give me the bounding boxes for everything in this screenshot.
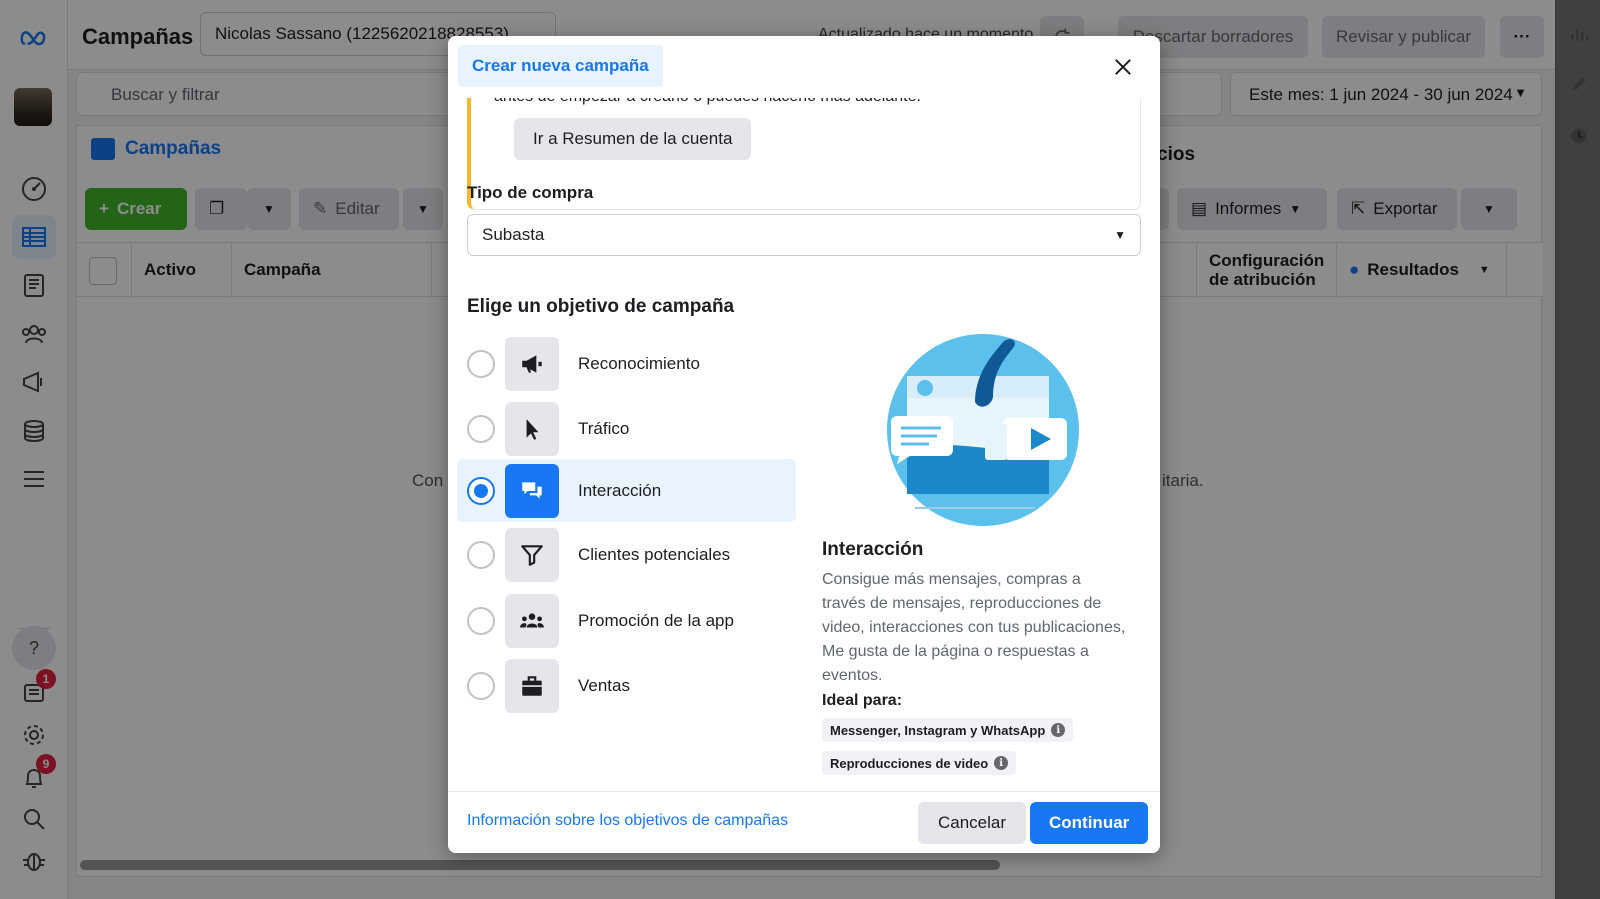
engagement-illustration <box>887 334 1079 526</box>
people-icon <box>505 593 559 648</box>
objective-label: Clientes potenciales <box>578 544 731 564</box>
tab-create-campaign[interactable]: Crear nueva campaña <box>458 45 663 87</box>
objective-label: Interacción <box>578 480 662 500</box>
objective-app-promotion[interactable]: Promoción de la app <box>457 589 796 652</box>
chip-label: Reproducciones de video <box>830 755 989 771</box>
objective-label: Reconocimiento <box>578 353 700 373</box>
cancel-button[interactable]: Cancelar <box>918 802 1027 844</box>
radio-app-promotion[interactable] <box>467 606 495 635</box>
info-icon[interactable]: i <box>994 756 1009 770</box>
objectives-info-link[interactable]: Información sobre los objetivos de campa… <box>467 812 788 830</box>
megaphone-icon <box>505 336 559 391</box>
cursor-icon <box>505 401 559 456</box>
caret-down-icon: ▼ <box>1114 228 1126 242</box>
ideal-for-label: Ideal para: <box>822 692 903 709</box>
modal-footer: Información sobre los objetivos de campa… <box>448 791 1160 853</box>
radio-engagement[interactable] <box>467 476 495 505</box>
objective-traffic[interactable]: Tráfico <box>457 397 796 460</box>
info-icon[interactable]: i <box>1051 723 1066 737</box>
objective-sales[interactable]: Ventas <box>457 654 796 717</box>
funnel-icon <box>505 527 559 582</box>
buying-type-value: Subasta <box>482 225 545 244</box>
buying-type-select[interactable]: Subasta ▼ <box>467 214 1141 256</box>
modal-header: Crear nueva campaña <box>448 36 1160 98</box>
objective-section-title: Elige un objetivo de campaña <box>467 296 735 317</box>
briefcase-icon <box>505 658 559 713</box>
objective-label: Tráfico <box>578 418 630 438</box>
close-icon[interactable] <box>1108 52 1138 82</box>
chat-bubbles-icon <box>505 463 559 518</box>
objective-leads[interactable]: Clientes potenciales <box>457 523 796 586</box>
chip-label: Messenger, Instagram y WhatsApp <box>830 722 1046 738</box>
ideal-chip-messaging: Messenger, Instagram y WhatsApp i <box>822 718 1074 742</box>
radio-traffic[interactable] <box>467 414 495 443</box>
radio-leads[interactable] <box>467 540 495 569</box>
go-to-account-summary-button[interactable]: Ir a Resumen de la cuenta <box>514 118 752 160</box>
radio-sales[interactable] <box>467 671 495 700</box>
ideal-chip-video-views: Reproducciones de video i <box>822 751 1017 775</box>
rail-overlay <box>1555 0 1600 899</box>
objective-detail-text: Consigue más mensajes, compras a través … <box>822 571 1126 684</box>
objective-label: Promoción de la app <box>578 610 734 630</box>
radio-awareness[interactable] <box>467 349 495 378</box>
buying-type-label: Tipo de compra <box>467 183 594 202</box>
create-campaign-modal: antes de empezar a crearlo o puedes hace… <box>448 36 1160 853</box>
objective-engagement[interactable]: Interacción <box>457 459 796 522</box>
continue-button[interactable]: Continuar <box>1030 802 1149 844</box>
objective-awareness[interactable]: Reconocimiento <box>457 332 796 395</box>
objective-detail-title: Interacción <box>822 539 924 560</box>
objective-label: Ventas <box>578 675 630 695</box>
